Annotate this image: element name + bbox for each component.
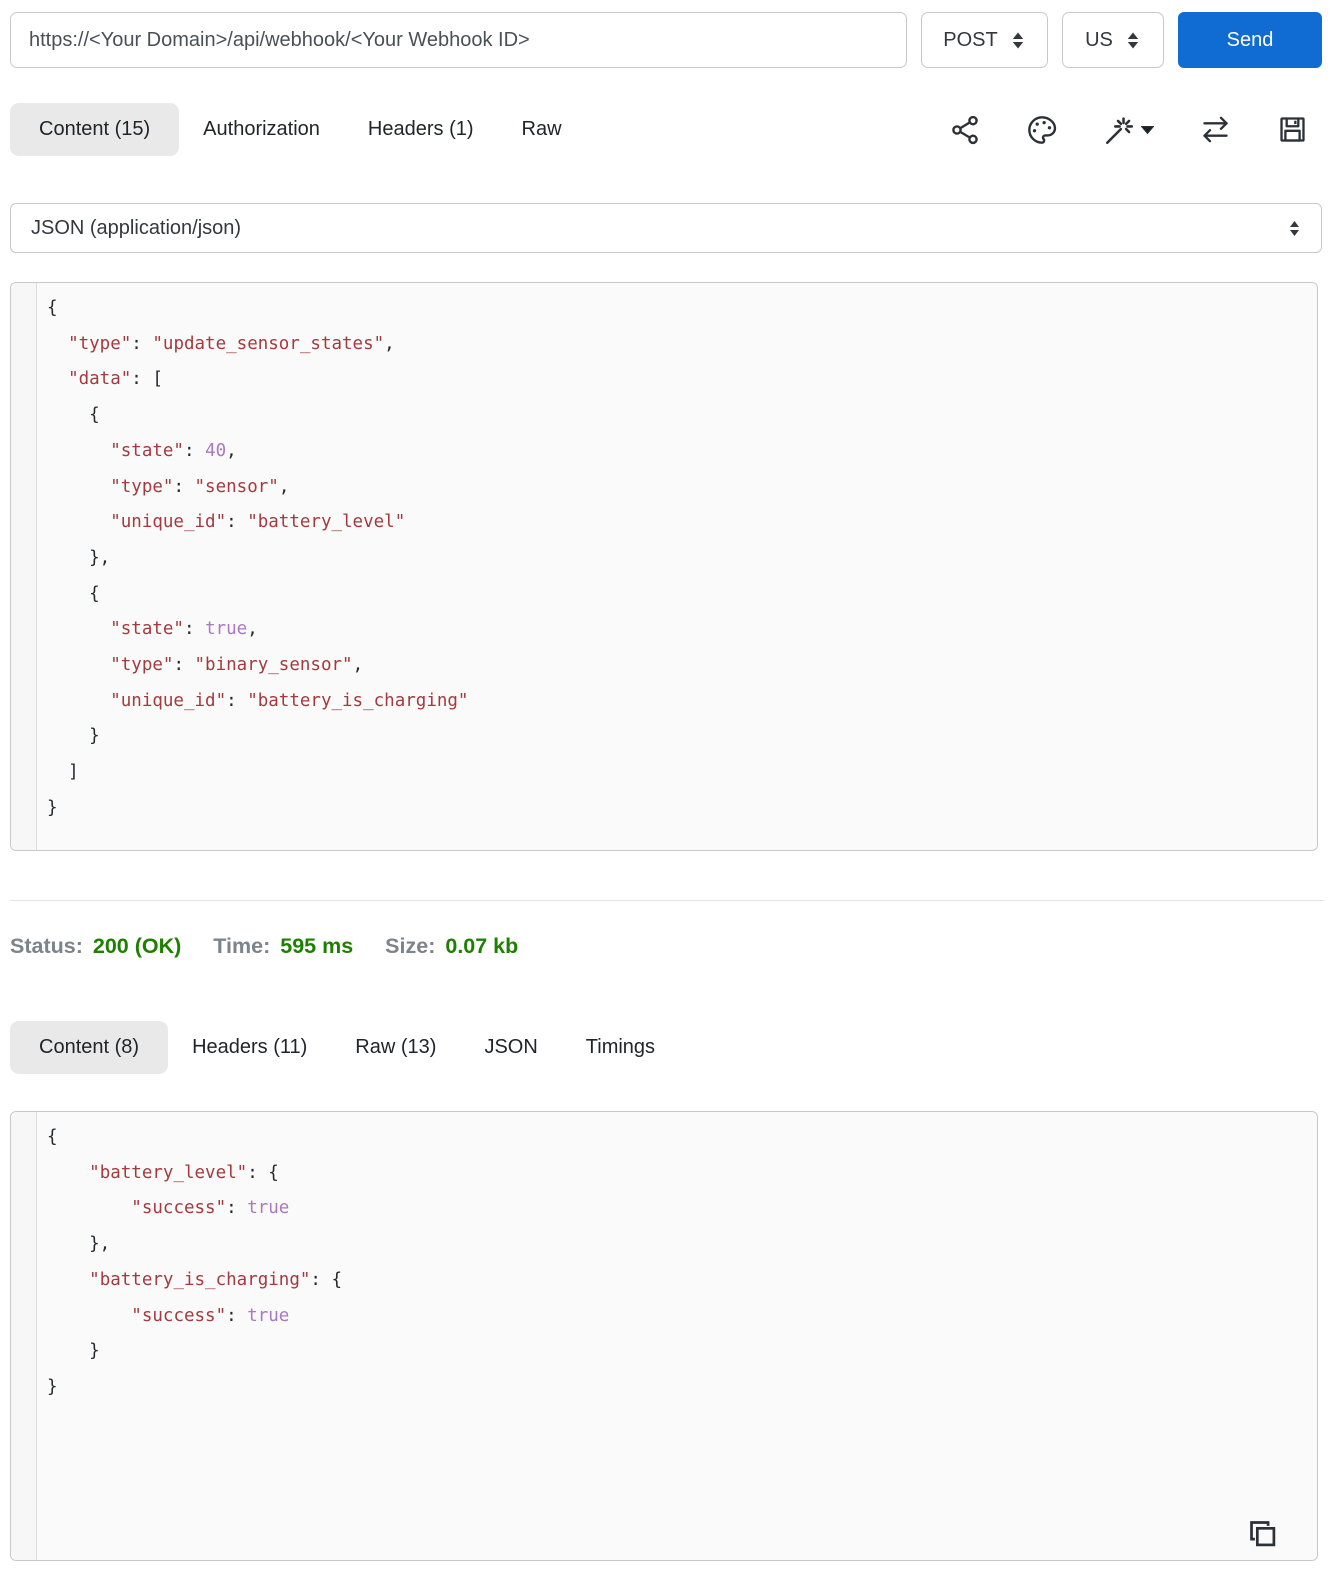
swap-arrows-icon[interactable] (1199, 113, 1232, 146)
tab-response-content[interactable]: Content (8) (10, 1021, 169, 1074)
request-body-code[interactable]: { "type": "update_sensor_states", "data"… (38, 291, 1313, 846)
size-label: Size: (385, 933, 436, 958)
tab-request-headers[interactable]: Headers (1) (344, 103, 498, 156)
copy-icon[interactable] (1245, 1516, 1279, 1550)
time-value: 595 ms (280, 933, 354, 958)
response-body-viewer: { "battery_level": { "success": true }, … (10, 1111, 1318, 1561)
response-body-code: { "battery_level": { "success": true }, … (47, 1127, 343, 1397)
tab-request-content[interactable]: Content (15) (10, 103, 180, 156)
time-label: Time: (213, 933, 271, 958)
region-select-value: US (1085, 28, 1113, 51)
size-pair: Size: 0.07 kb (385, 934, 518, 959)
size-value: 0.07 kb (445, 933, 519, 958)
toolbar (949, 113, 1322, 147)
method-select-value: POST (943, 28, 998, 51)
request-tab-row: Content (15) Authorization Headers (1) R… (10, 103, 1322, 156)
status-bar: Status: 200 (OK) Time: 595 ms Size: 0.07… (10, 926, 1325, 966)
send-button[interactable]: Send (1178, 12, 1322, 68)
share-icon[interactable] (949, 114, 981, 146)
tab-request-raw[interactable]: Raw (498, 103, 586, 156)
tab-response-raw[interactable]: Raw (13) (331, 1021, 460, 1074)
palette-icon[interactable] (1026, 114, 1058, 146)
status-label: Status: (10, 933, 83, 958)
status-value: 200 (OK) (92, 933, 182, 958)
region-select[interactable]: US (1062, 12, 1164, 68)
divider (10, 900, 1325, 901)
tab-response-json[interactable]: JSON (460, 1021, 561, 1074)
viewer-gutter (11, 1112, 37, 1560)
tab-request-authorization[interactable]: Authorization (179, 103, 344, 156)
tab-response-timings[interactable]: Timings (562, 1021, 679, 1074)
updown-arrows-icon (1288, 220, 1301, 237)
body-type-select-value: JSON (application/json) (31, 216, 242, 239)
request-bar: POST US Send (0, 0, 1335, 68)
tab-response-headers[interactable]: Headers (11) (168, 1021, 331, 1074)
save-icon[interactable] (1277, 114, 1308, 145)
magic-wand-menu[interactable] (1103, 113, 1154, 147)
magic-wand-icon (1103, 113, 1137, 147)
editor-gutter (11, 283, 37, 850)
body-type-select[interactable]: JSON (application/json) (10, 203, 1322, 253)
method-select[interactable]: POST (921, 12, 1048, 68)
updown-arrows-icon (1010, 31, 1026, 50)
time-pair: Time: 595 ms (213, 934, 353, 959)
status-pair: Status: 200 (OK) (10, 934, 181, 959)
updown-arrows-icon (1125, 31, 1141, 50)
response-tab-row: Content (8) Headers (11) Raw (13) JSON T… (10, 1021, 1322, 1074)
url-input[interactable] (10, 12, 907, 68)
chevron-down-icon (1141, 125, 1154, 135)
request-body-editor[interactable]: { "type": "update_sensor_states", "data"… (10, 282, 1318, 851)
